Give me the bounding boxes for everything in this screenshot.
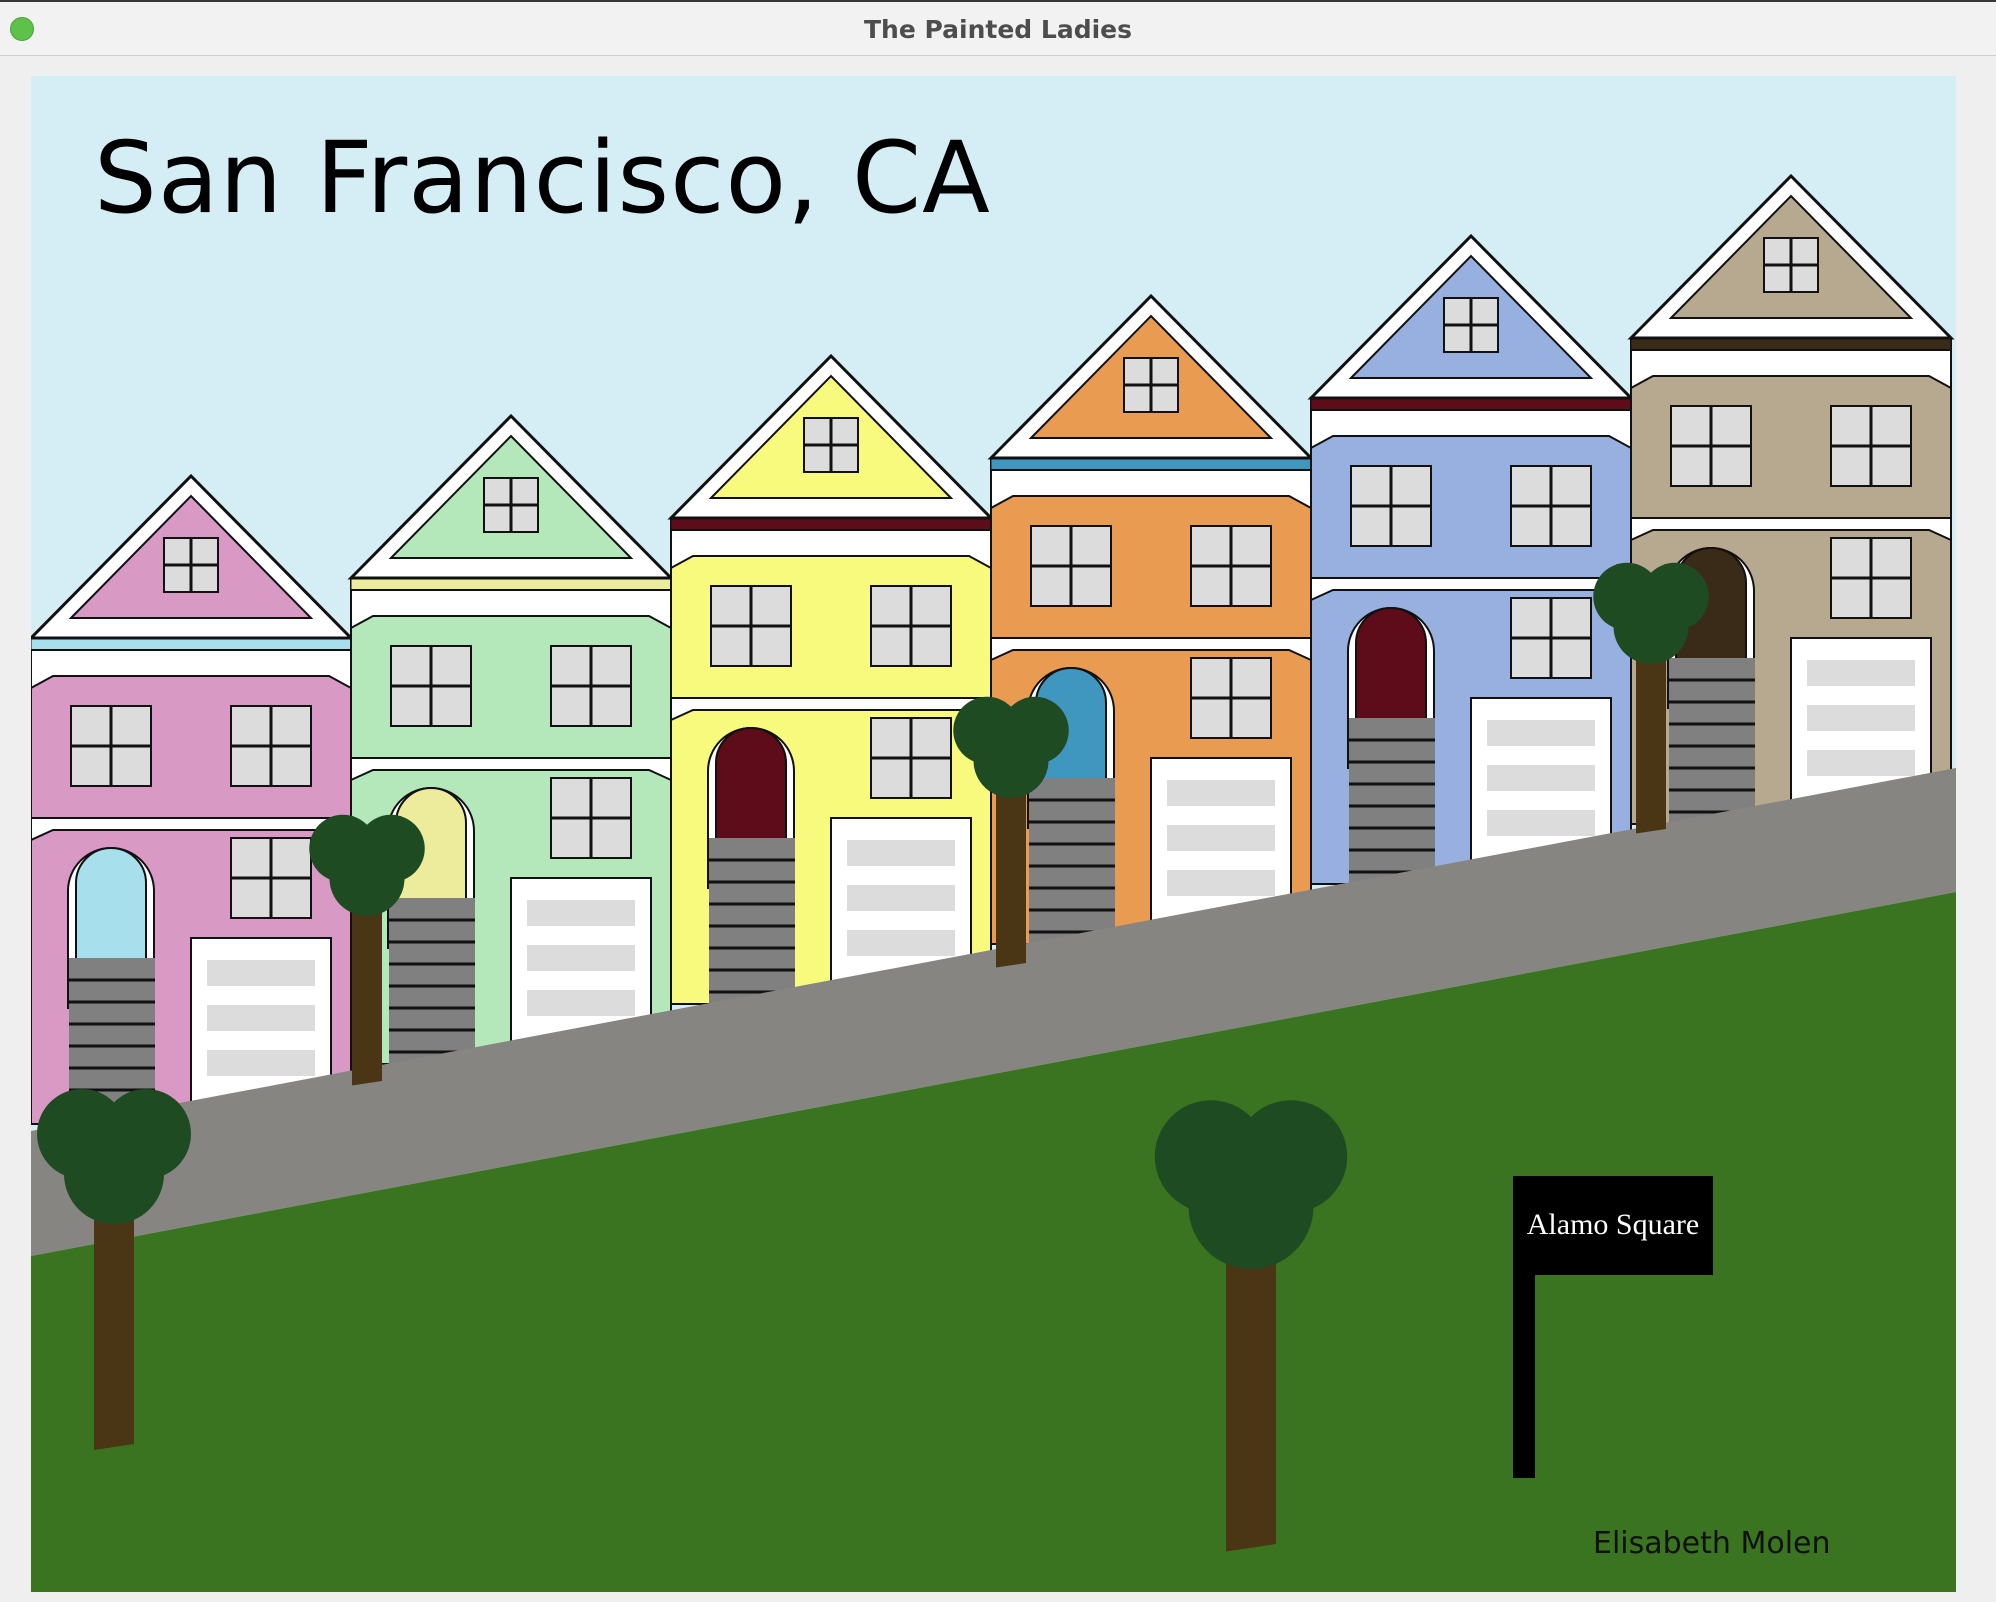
pink-house-garage-panel (207, 1050, 315, 1076)
yellow-house-garage-panel (847, 840, 955, 866)
yellow-house-stairs (709, 838, 795, 1004)
blue-house-garage-panel (1487, 720, 1595, 746)
green-house-garage-panel (527, 900, 635, 926)
green-house-garage-panel (527, 945, 635, 971)
orange-house-garage-panel (1167, 825, 1275, 851)
tree-sidewalk-3-foliage (1613, 589, 1689, 664)
tree-foreground-left-foliage (64, 1124, 164, 1224)
yellow-house-garage-panel (847, 930, 955, 956)
artist-credit: Elisabeth Molen (1593, 1526, 1831, 1561)
green-house-garage-panel (527, 990, 635, 1016)
painted-ladies-scene (31, 76, 1956, 1592)
orange-house-stairs (1029, 778, 1115, 944)
tan-house-garage-panel (1807, 660, 1915, 686)
blue-house-garage-panel (1487, 810, 1595, 836)
tan-house-garage-panel (1807, 705, 1915, 731)
sign-label: Alamo Square (1526, 1208, 1700, 1241)
blue-house-stairs (1349, 718, 1435, 884)
tree-foreground-center-foliage (1188, 1144, 1314, 1269)
green-house-stairs (389, 898, 475, 1064)
blue-house-cornice (1310, 397, 1632, 411)
tree-sidewalk-1-foliage (329, 841, 405, 916)
yellow-house-garage-panel (847, 885, 955, 911)
window-titlebar: The Painted Ladies (0, 0, 1996, 56)
tan-house-garage-panel (1807, 750, 1915, 776)
green-house-cornice (350, 577, 672, 591)
yellow-house-cornice (670, 517, 992, 531)
tan-house-cornice (1630, 337, 1952, 351)
scene-heading: San Francisco, CA (94, 121, 991, 236)
orange-house-garage-panel (1167, 780, 1275, 806)
pink-house-garage-panel (207, 960, 315, 986)
blue-house-garage-panel (1487, 765, 1595, 791)
pink-house-cornice (31, 637, 352, 651)
window-title: The Painted Ladies (863, 15, 1132, 44)
pink-house-garage-panel (207, 1005, 315, 1031)
tree-sidewalk-2-foliage (973, 723, 1049, 798)
drawing-canvas: San Francisco, CA Alamo Square Elisabeth… (31, 76, 1956, 1592)
orange-house-cornice (990, 457, 1312, 471)
tan-house-stairs (1669, 658, 1755, 824)
orange-house-garage-panel (1167, 870, 1275, 896)
sign-post (1513, 1275, 1535, 1478)
